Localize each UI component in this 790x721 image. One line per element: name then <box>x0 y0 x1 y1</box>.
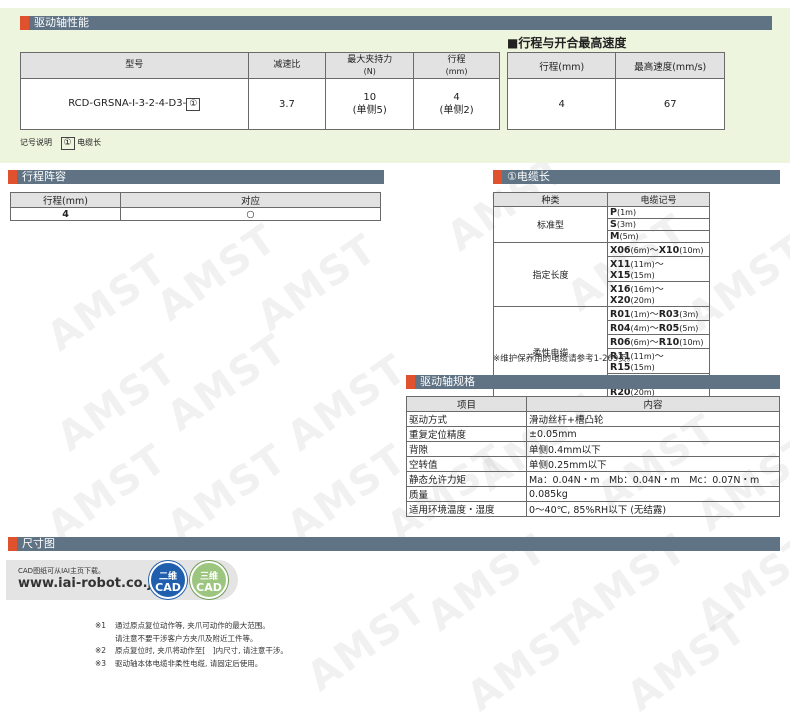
section-title-performance: 驱动轴性能 <box>34 16 89 29</box>
spec-row: 静态允许力矩 Ma：0.04N・m Mb：0.04N・m Mc：0.07N・m <box>406 471 780 487</box>
speed-table: 行程(mm) 最高速度(mm/s) 4 67 <box>506 52 725 130</box>
cad-2d-badge[interactable]: 二维 CAD <box>149 561 187 599</box>
header-spec-item: 项目 <box>406 396 527 412</box>
section-bar-stroke: 行程阵容 <box>8 170 384 184</box>
header-stroke: 行程 (mm) <box>413 52 500 79</box>
section-bar-spec: 驱动轴规格 <box>406 375 780 389</box>
footnote: ※1 通过原点复位动作等, 夹爪可动作的最大范围。 <box>95 621 270 630</box>
website-link[interactable]: www.iai-robot.co.jp <box>18 576 161 591</box>
watermark-logo: AMST <box>459 605 596 721</box>
footnotes: ※1 通过原点复位动作等, 夹爪可动作的最大范围。请注意不要干涉客户方夹爪及附近工… <box>95 620 288 670</box>
header-spec-content: 内容 <box>526 396 780 412</box>
spec-item-cell: 背隙 <box>406 441 527 457</box>
header-speed-stroke: 行程(mm) <box>506 52 617 79</box>
cable-code-cell: R04(4m)～R05(5m) <box>607 320 710 335</box>
section-bar-dimensions: 尺寸图 <box>8 537 780 551</box>
cell-speed-stroke: 4 <box>506 78 617 130</box>
footnote: ※3 驱动轴本体电缆非柔性电缆, 请固定后使用。 <box>95 658 263 668</box>
spec-item-cell: 质量 <box>406 486 527 502</box>
cad-3d-badge[interactable]: 三维 CAD <box>190 561 228 599</box>
spec-content-cell: ±0.05mm <box>526 426 780 442</box>
watermark-logo: AMST <box>159 435 296 551</box>
header-support: 对应 <box>120 192 381 208</box>
cable-code-cell: X06(6m)～X10(10m) <box>607 242 710 257</box>
spec-row: 驱动方式 滑动丝杆+槽凸轮 <box>406 411 780 427</box>
header-cable-type: 种类 <box>493 192 608 207</box>
spec-row: 重复定位精度 ±0.05mm <box>406 426 780 442</box>
section-title-cable: ①电缆长 <box>507 170 550 183</box>
cable-code-cell: M(5m) <box>607 230 710 243</box>
cell-force: 10 (单侧5) <box>325 78 415 130</box>
section-bar-cable: ①电缆长 <box>493 170 780 184</box>
spec-row: 适用环境温度・湿度 0～40℃, 85%RH以下 (无结露) <box>406 501 780 517</box>
cell-reduction: 3.7 <box>247 78 327 130</box>
spec-item-cell: 重复定位精度 <box>406 426 527 442</box>
cable-code-cell: X16(16m)～X20(20m) <box>607 281 710 307</box>
cable-code-cell: X11(11m)～X15(15m) <box>607 256 710 282</box>
section-bar-performance: 驱动轴性能 <box>20 16 772 30</box>
spec-content-cell: 0.085kg <box>526 486 780 502</box>
header-max-speed: 最高速度(mm/s) <box>615 52 725 79</box>
cable-note: ※维护保养用的电缆请参考1-269页。 <box>493 354 636 364</box>
spec-table: 项目 内容 驱动方式 滑动丝杆+槽凸轮 重复定位精度 ±0.05mm 背隙 单侧0.4mm… <box>406 396 780 517</box>
cell-support: ○ <box>120 207 381 221</box>
spec-row: 质量 0.085kg <box>406 486 780 502</box>
spec-row: 空转值 单侧0.25mm以下 <box>406 456 780 472</box>
cad-text: CAD图纸可从IAI主页下载。 <box>18 567 105 575</box>
cell-max-speed: 67 <box>615 78 725 130</box>
spec-content-cell: 0～40℃, 85%RH以下 (无结露) <box>526 501 780 517</box>
spec-content-cell: 单侧0.4mm以下 <box>526 441 780 457</box>
cable-code-cell: P(1m) <box>607 206 710 219</box>
spec-content-cell: 单侧0.25mm以下 <box>526 456 780 472</box>
header-cable-code: 电缆记号 <box>607 192 710 207</box>
cable-type-cell: 标准型 <box>493 206 608 243</box>
watermark-logo: AMST <box>619 605 756 721</box>
section-title-spec: 驱动轴规格 <box>420 375 475 388</box>
header-max-hold-force: 最大夹持力 (N) <box>325 52 415 79</box>
section-title-stroke: 行程阵容 <box>22 170 66 183</box>
footnote: 请注意不要干涉客户方夹爪及附近工件等。 <box>115 633 258 643</box>
cable-table: 种类 电缆记号 标准型 P(1m) S(3m) M(5m) 指定长度 X06(6m)～X1… <box>493 192 710 399</box>
speed-title: ■行程与开合最高速度 <box>507 36 627 50</box>
cable-type-cell: 指定长度 <box>493 242 608 307</box>
section-title-dimensions: 尺寸图 <box>22 537 55 550</box>
cell-model: RCD-GRSNA-I-3-2-4-D3- ① <box>20 78 249 130</box>
watermark-logo: AMST <box>39 435 176 551</box>
watermark-logo: AMST <box>299 585 436 701</box>
stroke-table: 行程(mm) 对应 4 ○ <box>10 192 381 221</box>
cable-code-cell: R06(6m)～R10(10m) <box>607 334 710 349</box>
header-stroke-mm: 行程(mm) <box>10 192 121 208</box>
cable-length-box: ① <box>186 98 201 111</box>
cell-stroke: 4 (单侧2) <box>413 78 500 130</box>
spec-item-cell: 静态允许力矩 <box>406 471 527 487</box>
footnote: ※2 原点复位时, 夹爪将动作至[ ]内尺寸, 请注意干涉。 <box>95 646 288 655</box>
spec-content-cell: Ma：0.04N・m Mb：0.04N・m Mc：0.07N・m <box>526 471 780 487</box>
spec-content-cell: 滑动丝杆+槽凸轮 <box>526 411 780 427</box>
spec-item-cell: 适用环境温度・湿度 <box>406 501 527 517</box>
spec-item-cell: 驱动方式 <box>406 411 527 427</box>
cell-stroke-value: 4 <box>10 207 121 221</box>
legend: 记号说明 ① 电缆长 <box>20 137 102 150</box>
header-model: 型号 <box>20 52 249 79</box>
header-reduction: 减速比 <box>247 52 327 79</box>
cable-code-cell: R01(1m)～R03(3m) <box>607 306 710 321</box>
cable-code-cell: S(3m) <box>607 218 710 231</box>
spec-row: 背隙 单侧0.4mm以下 <box>406 441 780 457</box>
performance-table: 型号 减速比 最大夹持力 (N) 行程 (mm) RCD-GRSNA-I-3-2… <box>20 52 500 130</box>
spec-item-cell: 空转值 <box>406 456 527 472</box>
